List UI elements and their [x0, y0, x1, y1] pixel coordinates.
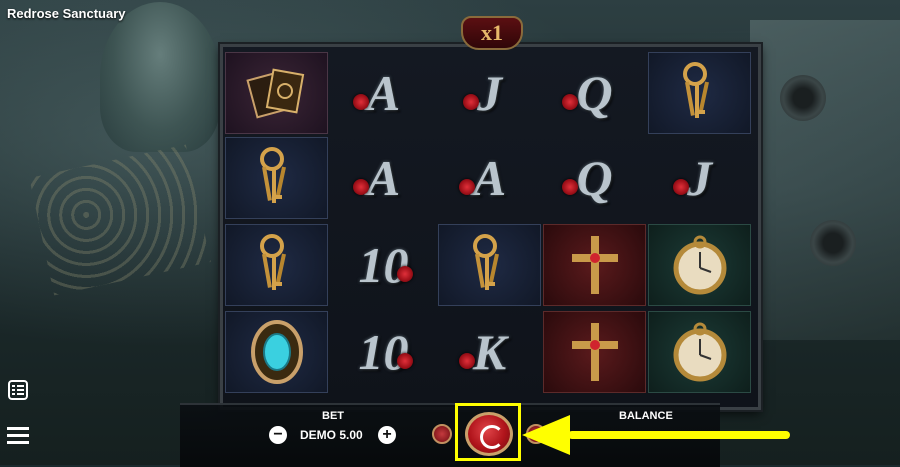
reel-symbol-cross	[543, 224, 646, 306]
reel-symbol-pocket-watch	[648, 224, 751, 306]
rose-icon	[458, 179, 475, 195]
window-title: Redrose Sanctuary	[7, 6, 126, 21]
reel-symbol-letter-a: A	[332, 137, 435, 219]
right-stone-decoration	[750, 20, 900, 340]
rose-icon	[352, 179, 369, 195]
autoplay-button[interactable]	[432, 424, 452, 444]
cross-icon	[571, 323, 618, 381]
symbol-label: Q	[562, 64, 613, 122]
bet-increase-button[interactable]: +	[378, 426, 396, 444]
tarot-cards-icon	[245, 68, 304, 119]
symbol-label: A	[352, 149, 400, 207]
multiplier-badge: x1	[461, 16, 523, 50]
reel-symbol-letter-a: A	[438, 137, 541, 219]
pocket-watch-icon	[673, 235, 726, 295]
lamp-decoration	[810, 220, 856, 266]
rose-icon	[562, 179, 579, 195]
pointer-arrow-head	[522, 415, 570, 455]
rose-icon	[352, 94, 369, 110]
pointer-arrow-line	[568, 431, 790, 439]
reel-symbol-letter-q: Q	[543, 52, 646, 134]
rose-icon	[562, 94, 579, 110]
reel-symbol-keys	[225, 137, 328, 219]
keys-icon	[259, 234, 286, 290]
bet-label: BET	[322, 410, 344, 422]
keys-icon	[472, 234, 499, 290]
reel-symbol-ten: 10	[332, 311, 435, 393]
reel-symbol-keys	[225, 224, 328, 306]
reel-symbol-letter-j: J	[648, 137, 751, 219]
reel-symbol-pocket-watch	[648, 311, 751, 393]
lamp-decoration	[780, 75, 826, 121]
reel-symbol-ten: 10	[332, 224, 435, 306]
reel-symbol-keys	[438, 224, 541, 306]
symbol-label: A	[352, 64, 400, 122]
balance-label: BALANCE	[619, 410, 673, 422]
symbol-label: J	[673, 149, 712, 207]
reel-symbol-letter-k: K	[438, 311, 541, 393]
cross-icon	[571, 236, 618, 294]
bet-decrease-button[interactable]: −	[269, 426, 287, 444]
rose-icon	[396, 266, 413, 282]
reel-symbol-tarot-cards	[225, 52, 328, 134]
reel-symbol-keys	[648, 52, 751, 134]
symbol-label: K	[458, 323, 506, 381]
symbol-label: A	[458, 149, 506, 207]
gem-amulet-icon	[250, 320, 303, 384]
rose-icon	[673, 179, 689, 195]
spin-highlight-frame	[455, 403, 521, 461]
lion-statue	[100, 2, 220, 152]
symbol-label: 10	[359, 323, 413, 381]
menu-icon[interactable]	[7, 425, 29, 445]
rose-icon	[458, 353, 475, 369]
keys-icon	[259, 147, 286, 203]
symbol-label: 10	[359, 236, 413, 294]
keys-icon	[682, 62, 709, 118]
paytable-icon[interactable]	[8, 380, 28, 400]
reel-symbol-cross	[543, 311, 646, 393]
symbol-label: Q	[562, 149, 613, 207]
pocket-watch-icon	[673, 322, 726, 382]
rose-icon	[463, 94, 479, 110]
reel-symbol-letter-j: J	[438, 52, 541, 134]
reel-symbol-gem-amulet	[225, 311, 328, 393]
reel-symbol-letter-q: Q	[543, 137, 646, 219]
bet-value: DEMO 5.00	[300, 428, 363, 442]
reel-symbol-letter-a: A	[332, 52, 435, 134]
symbol-label: J	[463, 64, 502, 122]
rose-icon	[396, 353, 413, 369]
